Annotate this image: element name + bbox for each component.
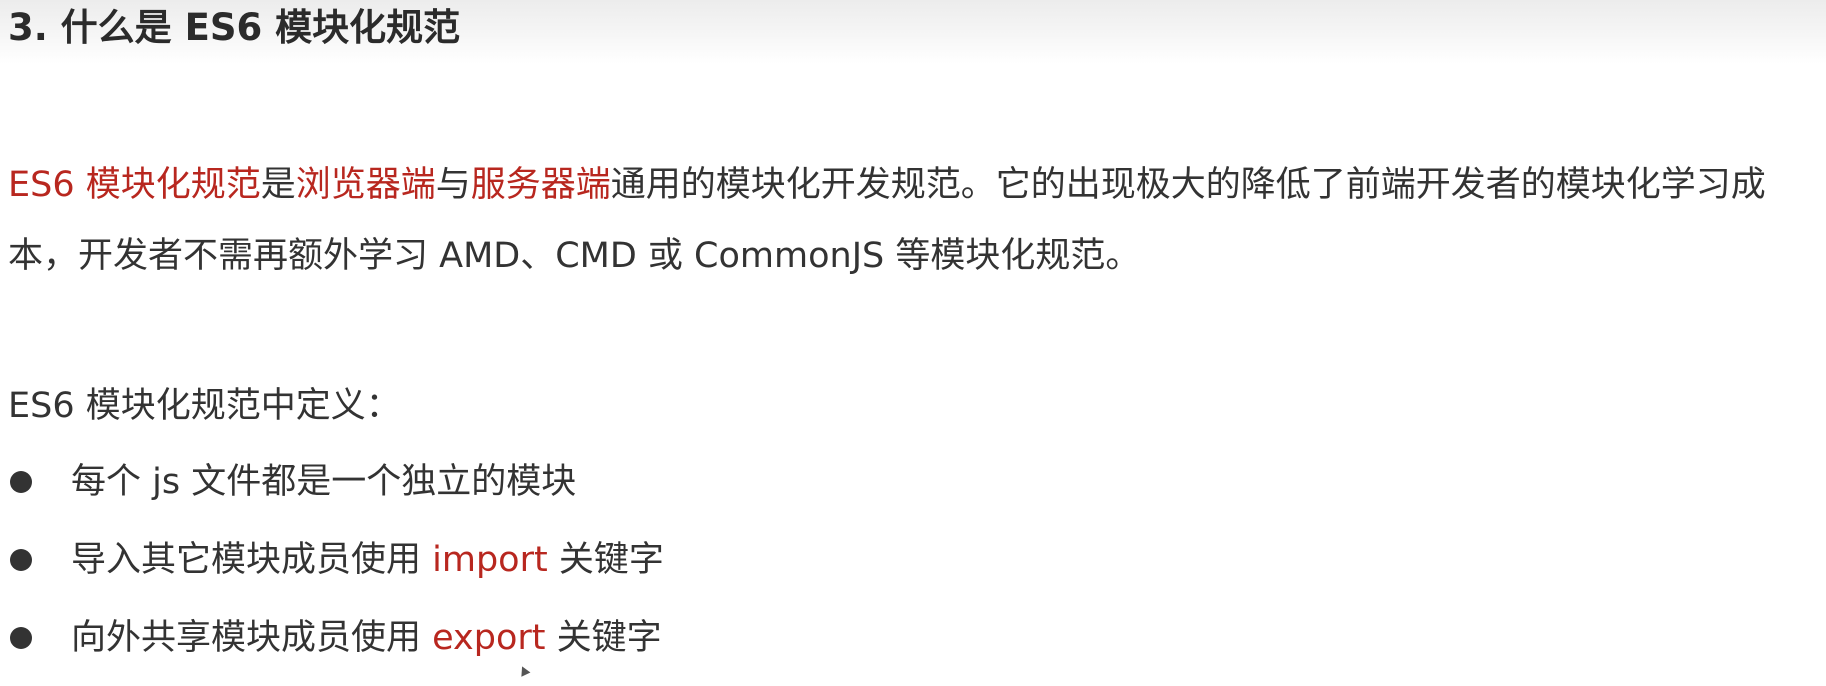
list-item-label: 向外共享模块成员使用 bbox=[71, 618, 433, 658]
keyword-export: export bbox=[432, 618, 546, 658]
term-server-side: 服务器端 bbox=[470, 165, 611, 205]
list-item-text: 导入其它模块成员使用 import 关键字 bbox=[71, 530, 664, 590]
connector-and: 与 bbox=[435, 165, 471, 205]
bullet-dot-icon bbox=[10, 627, 32, 649]
list-item-suffix: 关键字 bbox=[547, 540, 664, 580]
list-item-text: 每个 js 文件都是一个独立的模块 bbox=[71, 452, 576, 512]
list-item-label: 导入其它模块成员使用 bbox=[71, 540, 433, 580]
bullet-dot-icon bbox=[10, 471, 32, 493]
list-item-suffix: 关键字 bbox=[545, 618, 662, 658]
list-item-text: 向外共享模块成员使用 export 关键字 bbox=[71, 608, 662, 668]
term-browser-side: 浏览器端 bbox=[295, 165, 436, 205]
list-item-label: 每个 js 文件都是一个独立的模块 bbox=[71, 462, 577, 502]
intro-paragraph: ES6 模块化规范是浏览器端与服务器端通用的模块化开发规范。它的出现极大的降低了… bbox=[8, 150, 1824, 292]
keyword-import: import bbox=[432, 540, 548, 580]
connector-is: 是 bbox=[260, 165, 296, 205]
term-es6-module-spec: ES6 模块化规范 bbox=[8, 165, 261, 205]
page-title: 3. 什么是 ES6 模块化规范 bbox=[8, 6, 461, 49]
definitions-intro: ES6 模块化规范中定义： bbox=[8, 386, 401, 426]
bullet-dot-icon bbox=[10, 549, 32, 571]
